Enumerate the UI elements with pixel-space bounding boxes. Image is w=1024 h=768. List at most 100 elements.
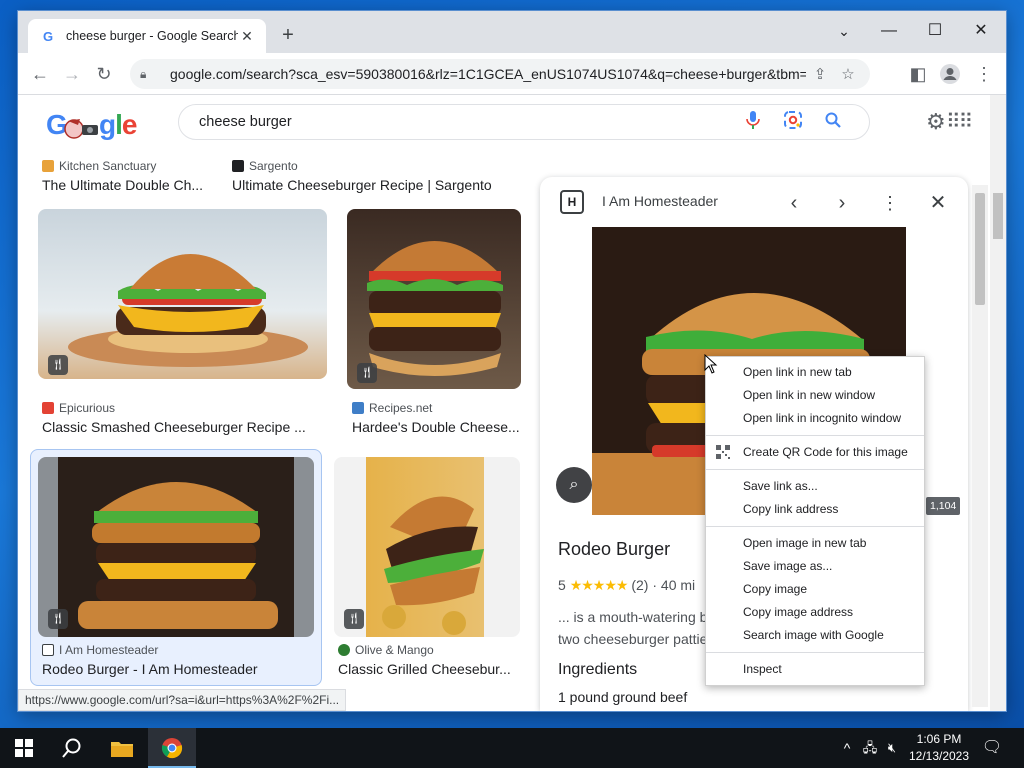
kitchen-sanctuary-favicon-icon [42, 160, 54, 172]
menu-copy-image[interactable]: Copy image [706, 578, 924, 601]
qr-code-icon [716, 441, 730, 466]
result-image-epicurious[interactable]: 🍴︎ [38, 209, 327, 379]
result-source[interactable]: Epicurious [42, 401, 115, 415]
result-image-homesteader[interactable]: 🍴︎ [38, 457, 314, 637]
menu-separator [706, 652, 924, 653]
apps-grid-icon[interactable]: ⠿⠿ [946, 109, 973, 134]
page-scrollbar[interactable] [990, 95, 1006, 711]
result-source[interactable]: Recipes.net [352, 401, 432, 415]
close-panel-button[interactable]: ✕ [924, 189, 952, 217]
taskbar-clock[interactable]: 1:06 PM 12/13/2023 [906, 731, 972, 765]
sargento-favicon-icon [232, 160, 244, 172]
minimize-button[interactable]: — [866, 16, 912, 46]
file-explorer-icon[interactable] [98, 728, 146, 768]
maximize-button[interactable]: ☐ [912, 16, 958, 46]
recipe-rating: 5 ★★★★★ (2) · 40 mi [558, 577, 696, 593]
mouse-cursor-icon [704, 354, 718, 374]
menu-copy-link-address[interactable]: Copy link address [706, 498, 924, 521]
menu-open-image-new-tab[interactable]: Open image in new tab [706, 532, 924, 555]
tab-strip: G cheese burger - Google Search ✕ + ⌄ — … [18, 11, 1006, 53]
recipe-badge-icon: 🍴︎ [48, 609, 68, 629]
side-panel-icon[interactable]: ◧ [904, 60, 932, 88]
menu-create-qr-code[interactable]: Create QR Code for this image [706, 441, 924, 464]
search-icon[interactable] [48, 728, 96, 768]
new-tab-button[interactable]: + [276, 24, 300, 48]
previous-image-button[interactable]: ‹ [780, 189, 808, 217]
olive-mango-favicon-icon [338, 644, 350, 656]
panel-site-name[interactable]: I Am Homesteader [602, 193, 718, 209]
network-icon[interactable]: 🖧︎ [860, 728, 880, 768]
menu-save-image-as[interactable]: Save image as... [706, 555, 924, 578]
settings-gear-icon[interactable]: ⚙ [926, 109, 946, 135]
menu-inspect[interactable]: Inspect [706, 658, 924, 681]
ingredient-item: 1 pound ground beef [558, 689, 688, 705]
profile-avatar-icon[interactable] [936, 60, 964, 88]
tab-search-icon[interactable]: ⌄ [821, 16, 867, 46]
result-image-olive-mango[interactable]: 🍴︎ [334, 457, 520, 637]
search-box[interactable]: cheese burger [178, 104, 870, 140]
recipe-badge-icon: 🍴︎ [357, 363, 377, 383]
menu-copy-image-address[interactable]: Copy image address [706, 601, 924, 624]
chrome-menu-icon[interactable]: ⋮ [970, 60, 998, 88]
panel-recipe-title[interactable]: Rodeo Burger [558, 539, 670, 560]
result-source[interactable]: Olive & Mango [338, 643, 434, 657]
result-title[interactable]: Rodeo Burger - I Am Homesteader [42, 661, 312, 677]
recipes-net-favicon-icon [352, 402, 364, 414]
menu-separator [706, 526, 924, 527]
menu-open-link-new-tab[interactable]: Open link in new tab [706, 361, 924, 384]
google-favicon-icon: G [42, 28, 54, 44]
tab-close-icon[interactable]: ✕ [238, 28, 256, 45]
panel-snippet-line: ... is a mouth-watering b [558, 609, 708, 625]
homesteader-logo-icon: H [560, 190, 584, 214]
clock-time: 1:06 PM [916, 732, 962, 746]
menu-separator [706, 435, 924, 436]
lens-search-image-icon[interactable]: ⌕ [556, 467, 592, 503]
menu-save-link-as[interactable]: Save link as... [706, 475, 924, 498]
reload-button[interactable]: ↻ [90, 60, 118, 88]
voice-search-icon[interactable] [733, 110, 773, 134]
start-windows-icon[interactable] [0, 728, 48, 768]
result-title[interactable]: The Ultimate Double Ch... [42, 177, 210, 193]
bookmark-star-icon[interactable]: ☆ [834, 65, 862, 83]
clock-date: 12/13/2023 [908, 749, 970, 763]
result-source[interactable]: Kitchen Sanctuary [42, 159, 156, 173]
menu-open-link-incognito[interactable]: Open link in incognito window [706, 407, 924, 430]
result-title[interactable]: Hardee's Double Cheese... [352, 419, 524, 435]
close-window-button[interactable]: ✕ [958, 16, 1004, 46]
context-menu: Open link in new tab Open link in new wi… [705, 356, 925, 686]
homesteader-favicon-icon [42, 644, 54, 656]
address-bar[interactable]: 🔒︎ google.com/search?sca_esv=590380016&r… [130, 59, 870, 89]
result-source[interactable]: I Am Homesteader [42, 643, 158, 657]
panel-scrollbar[interactable] [972, 185, 988, 707]
result-source[interactable]: Sargento [232, 159, 298, 173]
search-submit-icon[interactable] [813, 112, 853, 133]
result-image-recipes-net[interactable]: 🍴︎ [347, 209, 521, 389]
result-title[interactable]: Classic Grilled Cheesebur... [338, 661, 514, 677]
share-icon[interactable]: ⇪ [806, 65, 834, 83]
result-title[interactable]: Classic Smashed Cheeseburger Recipe ... [42, 419, 312, 435]
tab-active[interactable]: G cheese burger - Google Search ✕ [28, 19, 266, 53]
next-image-button[interactable]: › [828, 189, 856, 217]
epicurious-favicon-icon [42, 402, 54, 414]
volume-muted-icon[interactable]: 🔇︎ [882, 728, 902, 768]
more-options-icon[interactable]: ⋮ [876, 189, 904, 217]
tray-chevron-icon[interactable]: ^ [838, 728, 856, 768]
result-title[interactable]: Ultimate Cheeseburger Recipe | Sargento [232, 177, 502, 193]
link-status-bar: https://www.google.com/url?sa=i&url=http… [18, 689, 347, 711]
rating-stars-icon: ★★★★★ [569, 577, 629, 593]
image-dimensions-badge: 1,104 [926, 497, 961, 515]
search-input[interactable]: cheese burger [199, 114, 733, 130]
notifications-icon[interactable]: 🗨︎ [980, 728, 1004, 768]
menu-search-image-google[interactable]: Search image with Google [706, 624, 924, 647]
forward-button[interactable]: → [58, 60, 86, 88]
recipe-badge-icon: 🍴︎ [48, 355, 68, 375]
search-header: Google cheese burger ⚙ [18, 95, 990, 151]
tab-title: cheese burger - Google Search [66, 29, 238, 43]
panel-snippet-line: two cheeseburger pattie [558, 631, 708, 647]
lens-search-icon[interactable] [773, 110, 813, 134]
url-text[interactable]: google.com/search?sca_esv=590380016&rlz=… [170, 66, 806, 82]
ingredients-heading: Ingredients [558, 661, 638, 678]
back-button[interactable]: ← [26, 60, 54, 88]
chrome-taskbar-icon[interactable] [148, 728, 196, 768]
menu-open-link-new-window[interactable]: Open link in new window [706, 384, 924, 407]
